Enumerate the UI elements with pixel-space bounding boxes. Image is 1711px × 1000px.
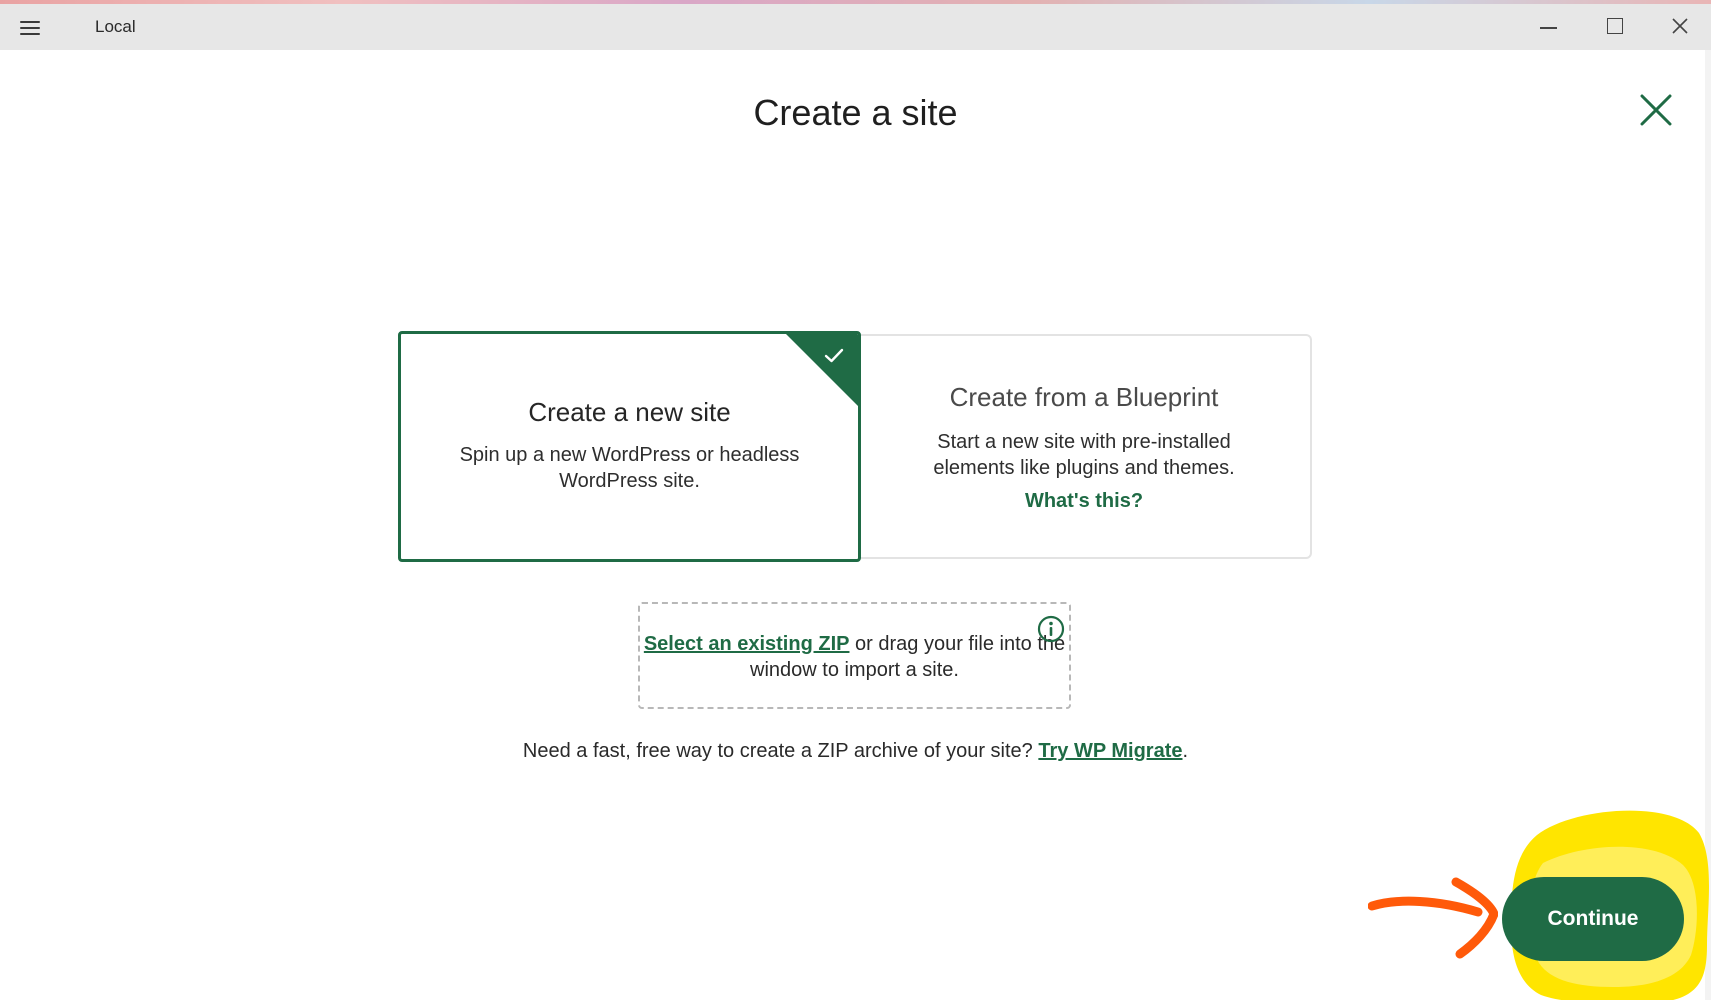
info-icon[interactable] bbox=[1037, 615, 1065, 643]
page-title: Create a site bbox=[753, 92, 958, 133]
local-app-window: Local Create a site Create a new site Sp… bbox=[0, 0, 1711, 1000]
hamburger-menu-icon[interactable] bbox=[20, 19, 42, 35]
drop-zone-text: Select an existing ZIP or drag your file… bbox=[640, 631, 1069, 683]
orange-arrow-annotation bbox=[1368, 877, 1498, 959]
checkmark-icon bbox=[824, 348, 844, 363]
maximize-icon[interactable] bbox=[1585, 4, 1645, 50]
try-wp-migrate-link[interactable]: Try WP Migrate bbox=[1038, 740, 1182, 762]
option-title: Create from a Blueprint bbox=[949, 382, 1219, 412]
selected-corner bbox=[785, 334, 858, 407]
option-description: Start a new site with pre-installed elem… bbox=[933, 431, 1235, 479]
select-existing-zip-link[interactable]: Select an existing ZIP bbox=[644, 633, 850, 655]
wp-migrate-prompt: Need a fast, free way to create a ZIP ar… bbox=[0, 740, 1711, 763]
app-title: Local bbox=[95, 17, 136, 36]
option-description: Spin up a new WordPress or headless Word… bbox=[459, 444, 800, 492]
create-new-site-option[interactable]: Create a new site Spin up a new WordPres… bbox=[398, 331, 861, 562]
close-window-icon[interactable] bbox=[1650, 4, 1710, 50]
whats-this-link[interactable]: What's this? bbox=[1025, 490, 1143, 513]
continue-button[interactable]: Continue bbox=[1502, 877, 1684, 961]
title-bar: Local bbox=[0, 4, 1711, 50]
close-icon[interactable] bbox=[1638, 92, 1674, 128]
create-from-blueprint-option[interactable]: Create from a Blueprint Start a new site… bbox=[858, 334, 1312, 559]
migrate-text: Need a fast, free way to create a ZIP ar… bbox=[522, 740, 1039, 762]
zip-drop-zone[interactable]: Select an existing ZIP or drag your file… bbox=[638, 602, 1071, 709]
minimize-icon[interactable] bbox=[1518, 4, 1578, 50]
migrate-suffix: . bbox=[1182, 740, 1189, 762]
